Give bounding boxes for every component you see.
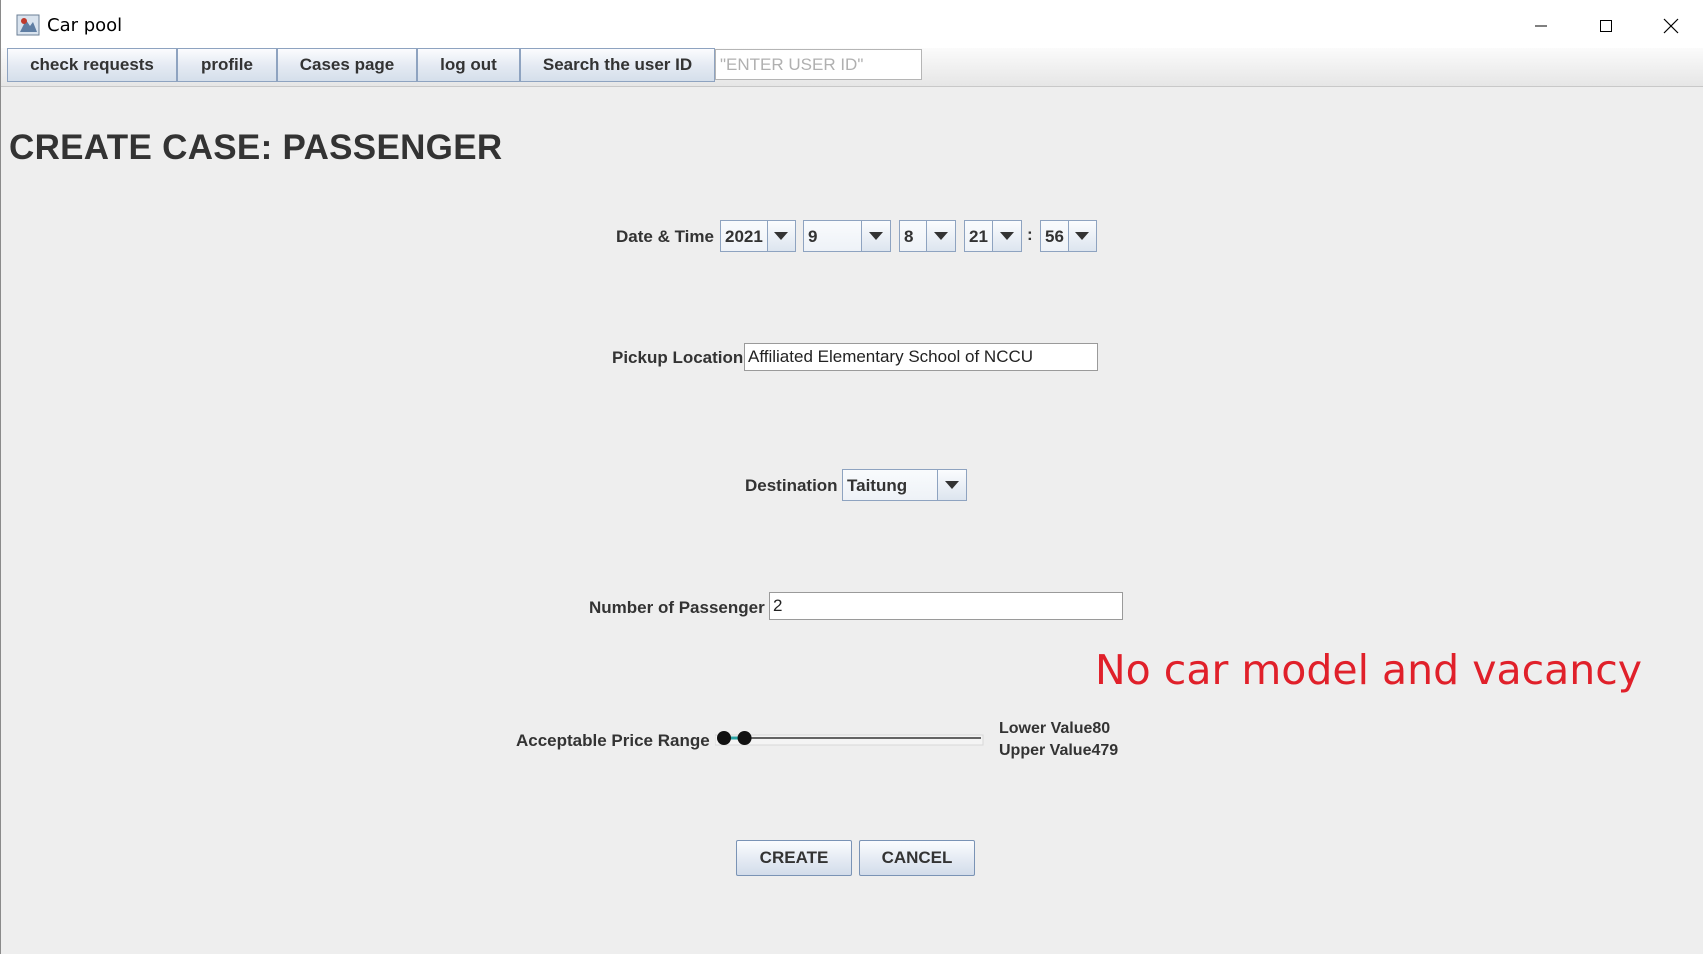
cases-page-button[interactable]: Cases page [277,48,417,82]
month-select[interactable]: 9 [803,220,891,252]
minute-value: 56 [1041,221,1068,251]
upper-value-text: Upper Value479 [999,742,1119,759]
close-icon [1663,18,1679,34]
month-value: 9 [804,221,861,251]
price-range-slider[interactable] [714,724,985,754]
chevron-down-icon [869,231,883,240]
page-title: CREATE CASE: PASSENGER [9,128,503,167]
user-id-search-input[interactable] [715,49,922,80]
java-app-icon [16,14,40,36]
warning-message: No car model and vacancy [1095,646,1643,694]
chevron-down-icon [934,231,948,240]
passenger-count-input[interactable] [769,592,1123,620]
pickup-location-label: Pickup Location [612,348,744,367]
chevron-down-icon [945,480,959,489]
maximize-icon [1600,20,1612,32]
hour-select[interactable]: 21 [964,220,1022,252]
hour-value: 21 [965,221,992,251]
chevron-down-icon [774,231,789,240]
minimize-button[interactable] [1516,8,1566,44]
upper-thumb[interactable] [737,731,752,745]
minimize-icon [1535,25,1547,27]
check-requests-button[interactable]: check requests [7,48,177,82]
destination-select[interactable]: Taitung [842,469,967,501]
range-slider-graphic [714,731,984,746]
destination-dropdown-arrow[interactable] [937,470,966,500]
chevron-down-icon [1000,231,1014,240]
day-dropdown-arrow[interactable] [926,221,955,251]
destination-value: Taitung [843,470,937,500]
month-dropdown-arrow[interactable] [861,221,890,251]
app-window: Car pool check requests profile Cases pa… [0,0,1703,954]
time-separator: : [1027,225,1033,244]
year-select[interactable]: 2021 [720,220,796,252]
lower-thumb[interactable] [717,731,731,745]
search-user-id-button[interactable]: Search the user ID [520,48,715,82]
pickup-location-input[interactable] [744,343,1098,371]
destination-label: Destination [745,476,838,495]
year-value: 2021 [721,221,767,251]
toolbar: check requests profile Cases page log ou… [7,48,715,84]
lower-value-text: Lower Value80 [999,720,1111,737]
chevron-down-icon [1075,231,1090,240]
day-value: 8 [900,221,926,251]
profile-button[interactable]: profile [177,48,277,82]
close-button[interactable] [1646,8,1696,44]
price-range-label: Acceptable Price Range [516,731,710,750]
title-bar: Car pool [1,0,1703,48]
minute-dropdown-arrow[interactable] [1067,221,1096,251]
minute-select[interactable]: 56 [1040,220,1097,252]
maximize-button[interactable] [1581,8,1631,44]
hour-dropdown-arrow[interactable] [992,221,1021,251]
year-dropdown-arrow[interactable] [766,221,795,251]
passenger-count-label: Number of Passenger [589,598,765,617]
cancel-button[interactable]: CANCEL [859,840,975,876]
date-time-label: Date & Time [616,227,714,246]
slider-track-box [714,734,984,746]
window-title: Car pool [47,15,123,36]
create-button[interactable]: CREATE [736,840,852,876]
log-out-button[interactable]: log out [417,48,520,82]
day-select[interactable]: 8 [899,220,956,252]
